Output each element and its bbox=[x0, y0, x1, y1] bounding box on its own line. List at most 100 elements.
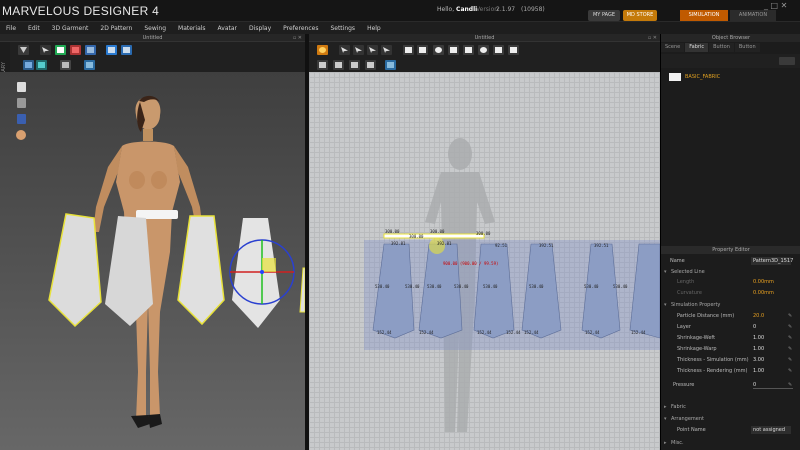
prop-sel-row1-value[interactable]: 0.00mm bbox=[753, 279, 774, 285]
prop-label: Layer bbox=[677, 324, 691, 330]
prop-sel-row2-value[interactable]: 0.00mm bbox=[753, 290, 774, 296]
internal-polygon-tool-icon[interactable] bbox=[448, 45, 459, 55]
tab-scene[interactable]: Scene bbox=[661, 43, 685, 52]
section-selected-line[interactable]: ▾ Selected Line bbox=[661, 267, 800, 277]
menu-materials[interactable]: Materials bbox=[178, 25, 206, 32]
animation-mode-tab[interactable]: ANIMATION bbox=[730, 10, 776, 21]
dart-tool-icon[interactable] bbox=[463, 45, 474, 55]
texture-view-icon[interactable] bbox=[36, 60, 47, 70]
pin-tool-icon[interactable] bbox=[85, 45, 96, 55]
panel-controls-icon[interactable]: ▫ ✕ bbox=[293, 34, 302, 42]
title-bar: MARVELOUS DESIGNER 4 Hello, Candli Versi… bbox=[0, 0, 800, 22]
select-mesh-tool-icon[interactable] bbox=[40, 45, 51, 55]
measure-mid-6: 530.40 bbox=[584, 284, 599, 289]
section-misc[interactable]: ▸ Misc. bbox=[661, 438, 800, 448]
prop-sel-row1-label: Length bbox=[677, 279, 695, 285]
app-window: MARVELOUS DESIGNER 4 Hello, Candli Versi… bbox=[0, 0, 800, 450]
edit-icon[interactable]: ✎ bbox=[788, 346, 792, 352]
prop-value[interactable]: 20.0 bbox=[753, 313, 764, 319]
measure-bottom-4: 152.44 bbox=[524, 330, 539, 335]
tab-button-2[interactable]: Button bbox=[734, 43, 760, 52]
menu-avatar[interactable]: Avatar bbox=[218, 25, 237, 32]
menu-2d-pattern[interactable]: 2D Pattern bbox=[100, 25, 132, 32]
edit-pattern-tool-icon[interactable] bbox=[339, 45, 350, 55]
toolbar-3d bbox=[10, 42, 305, 72]
menu-help[interactable]: Help bbox=[367, 25, 381, 32]
camera-view-icon[interactable] bbox=[84, 60, 95, 70]
edit-icon[interactable]: ✎ bbox=[788, 357, 792, 363]
avatar-display-icons[interactable] bbox=[16, 82, 26, 140]
edit-icon[interactable]: ✎ bbox=[788, 313, 792, 319]
pressure-slider[interactable] bbox=[753, 388, 793, 389]
fabric-swatch[interactable] bbox=[669, 73, 681, 81]
button-tool-icon[interactable] bbox=[493, 45, 504, 55]
window-controls[interactable]: _ □ ✕ bbox=[764, 1, 787, 10]
rectangle-tool-icon[interactable] bbox=[417, 45, 428, 55]
prop-value[interactable]: 1.00 bbox=[753, 335, 764, 341]
transform-gizmo[interactable] bbox=[229, 239, 295, 305]
prop-value[interactable]: 0 bbox=[753, 324, 756, 330]
free-sewing-tool-icon[interactable] bbox=[333, 60, 344, 70]
pattern-view-icon[interactable] bbox=[385, 60, 396, 70]
menu-3d-garment[interactable]: 3D Garment bbox=[52, 25, 89, 32]
simulation-mode-tab[interactable]: SIMULATION bbox=[680, 10, 728, 21]
prop-row-shrinkage-weft: Shrinkage-Weft 1.00 ✎ bbox=[661, 333, 800, 343]
avatar-view-icon[interactable] bbox=[60, 60, 71, 70]
view2d-header: Untitled ▫ ✕ bbox=[309, 34, 660, 42]
section-arrangement[interactable]: ▾ Arrangement bbox=[661, 414, 800, 424]
edit-icon[interactable]: ✎ bbox=[788, 382, 792, 388]
prop-name-field[interactable]: Pattern3D_1517 bbox=[751, 257, 793, 265]
collapse-arrow-icon: ▾ bbox=[664, 416, 667, 422]
edit-icon[interactable]: ✎ bbox=[788, 324, 792, 330]
menu-display[interactable]: Display bbox=[249, 25, 271, 32]
prop-value[interactable]: 1.00 bbox=[753, 346, 764, 352]
panel-controls-icon[interactable]: ▫ ✕ bbox=[648, 34, 657, 42]
toolbar-2d bbox=[309, 42, 660, 72]
prop-label: Shrinkage-Weft bbox=[677, 335, 716, 341]
garment-tool-icon[interactable] bbox=[55, 45, 66, 55]
check-sewing-tool-icon[interactable] bbox=[349, 60, 360, 70]
prop-value[interactable]: 1.00 bbox=[753, 368, 764, 374]
menu-settings[interactable]: Settings bbox=[330, 25, 355, 32]
transform-pattern-tool-icon[interactable] bbox=[317, 45, 328, 55]
prop-value[interactable]: 3.00 bbox=[753, 357, 764, 363]
prop-label: Thickness - Rendering (mm) bbox=[677, 368, 748, 374]
tack-sewing-tool-icon[interactable] bbox=[365, 60, 376, 70]
shirt-tool-icon[interactable] bbox=[106, 45, 117, 55]
tack-tool-icon[interactable] bbox=[70, 45, 81, 55]
add-fabric-button[interactable] bbox=[779, 57, 795, 65]
measure-mid-2: 530.40 bbox=[427, 284, 442, 289]
section-fabric[interactable]: ▸ Fabric bbox=[661, 402, 800, 412]
edit-curvature-tool-icon[interactable] bbox=[367, 45, 378, 55]
measure-small-3: 392.51 bbox=[539, 243, 554, 248]
menu-file[interactable]: File bbox=[6, 25, 16, 32]
edit-sewing-tool-icon[interactable] bbox=[381, 45, 392, 55]
segment-sewing-tool-icon[interactable] bbox=[317, 60, 328, 70]
my-page-button[interactable]: MY PAGE bbox=[588, 10, 620, 21]
tab-button[interactable]: Button bbox=[709, 43, 734, 52]
fabric-name[interactable]: BASIC_FABRIC bbox=[685, 74, 720, 80]
view-mode-icon[interactable] bbox=[23, 60, 34, 70]
tab-fabric[interactable]: Fabric bbox=[685, 43, 709, 52]
menu-sewing[interactable]: Sewing bbox=[144, 25, 166, 32]
viewport-3d[interactable] bbox=[0, 72, 305, 450]
internal-circle-tool-icon[interactable] bbox=[478, 45, 489, 55]
polygon-tool-icon[interactable] bbox=[403, 45, 414, 55]
circle-tool-icon[interactable] bbox=[433, 45, 444, 55]
viewport-2d[interactable]: 300.00 300.00 300.00 300.00 392.81 392.8… bbox=[309, 72, 660, 450]
select-move-tool-icon[interactable] bbox=[18, 45, 29, 55]
selected-pattern-bar[interactable] bbox=[383, 233, 485, 239]
edit-icon[interactable]: ✎ bbox=[788, 335, 792, 341]
md-store-button[interactable]: MD STORE bbox=[623, 10, 657, 21]
arrange-tool-icon[interactable] bbox=[121, 45, 132, 55]
pattern-canvas: 300.00 300.00 300.00 300.00 392.81 392.8… bbox=[364, 138, 660, 432]
menu-edit[interactable]: Edit bbox=[28, 25, 40, 32]
edit-icon[interactable]: ✎ bbox=[788, 368, 792, 374]
measure-mid-0: 530.40 bbox=[375, 284, 390, 289]
view3d-title: Untitled bbox=[142, 35, 163, 41]
edit-point-tool-icon[interactable] bbox=[353, 45, 364, 55]
menu-preferences[interactable]: Preferences bbox=[283, 25, 318, 32]
point-name-select[interactable]: not assigned bbox=[751, 426, 791, 434]
texture-tool-icon[interactable] bbox=[508, 45, 519, 55]
section-simulation-property[interactable]: ▾ Simulation Property bbox=[661, 300, 800, 310]
